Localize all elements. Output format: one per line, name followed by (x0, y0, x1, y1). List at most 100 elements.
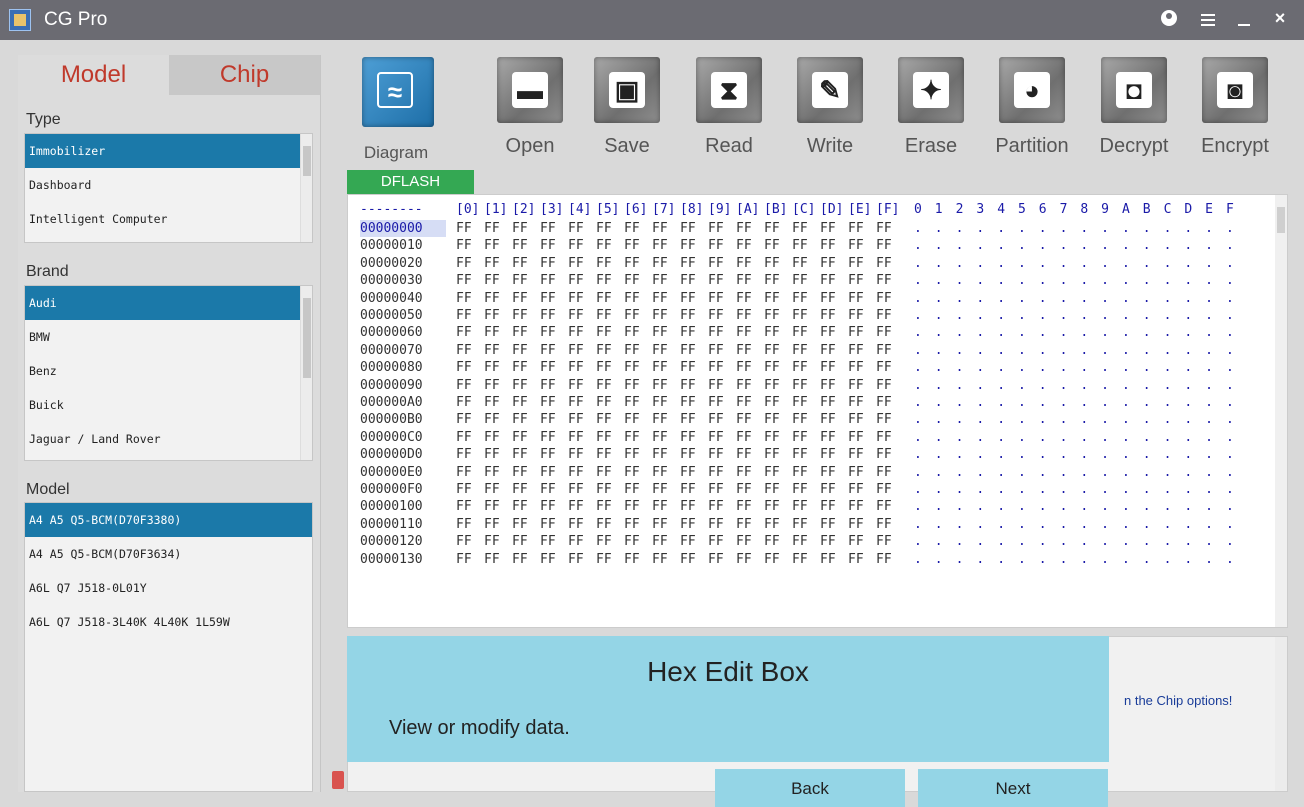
hex-byte[interactable]: FF (680, 342, 708, 359)
hex-byte[interactable]: FF (820, 498, 848, 515)
hex-byte[interactable]: FF (456, 272, 484, 289)
ascii-char[interactable]: . (997, 429, 1018, 446)
ascii-char[interactable]: . (1164, 498, 1185, 515)
ascii-char[interactable]: . (956, 290, 977, 307)
ascii-char[interactable]: . (1101, 307, 1122, 324)
ascii-char[interactable]: . (956, 551, 977, 568)
hex-byte[interactable]: FF (484, 411, 512, 428)
minimize-icon[interactable] (1234, 8, 1254, 32)
ascii-char[interactable]: . (997, 533, 1018, 550)
ascii-char[interactable]: . (935, 446, 956, 463)
hex-byte[interactable]: FF (820, 237, 848, 254)
log-scrollbar[interactable] (1275, 637, 1287, 791)
ascii-char[interactable]: . (1122, 307, 1143, 324)
ascii-char[interactable]: . (1039, 359, 1060, 376)
hex-byte[interactable]: FF (512, 220, 540, 237)
ascii-char[interactable]: . (956, 533, 977, 550)
hex-byte[interactable]: FF (512, 551, 540, 568)
hex-byte[interactable]: FF (736, 498, 764, 515)
ascii-char[interactable]: . (956, 377, 977, 394)
hex-byte[interactable]: FF (540, 481, 568, 498)
hex-byte[interactable]: FF (624, 255, 652, 272)
ascii-char[interactable]: . (1122, 377, 1143, 394)
ascii-char[interactable]: . (1101, 272, 1122, 289)
hex-byte[interactable]: FF (876, 307, 904, 324)
hex-byte[interactable]: FF (848, 307, 876, 324)
hex-byte[interactable]: FF (652, 498, 680, 515)
hex-byte[interactable]: FF (764, 377, 792, 394)
ascii-char[interactable]: . (1080, 237, 1101, 254)
ascii-char[interactable]: . (1080, 516, 1101, 533)
hex-byte[interactable]: FF (680, 411, 708, 428)
ascii-char[interactable]: . (1226, 446, 1247, 463)
ascii-char[interactable]: . (956, 498, 977, 515)
hex-byte[interactable]: FF (596, 411, 624, 428)
ascii-char[interactable]: . (1184, 446, 1205, 463)
ascii-char[interactable]: . (1060, 342, 1081, 359)
hex-byte[interactable]: FF (736, 237, 764, 254)
hex-byte[interactable]: FF (680, 307, 708, 324)
hex-byte[interactable]: FF (456, 324, 484, 341)
ascii-char[interactable]: . (1164, 237, 1185, 254)
ascii-char[interactable]: . (1039, 342, 1060, 359)
hex-byte[interactable]: FF (568, 255, 596, 272)
hex-byte[interactable]: FF (820, 481, 848, 498)
hex-byte[interactable]: FF (792, 359, 820, 376)
ascii-char[interactable]: . (914, 359, 935, 376)
ascii-char[interactable]: . (976, 324, 997, 341)
ascii-char[interactable]: . (1184, 359, 1205, 376)
ascii-char[interactable]: . (1018, 290, 1039, 307)
hex-byte[interactable]: FF (680, 498, 708, 515)
hex-byte[interactable]: FF (512, 446, 540, 463)
hex-byte[interactable]: FF (820, 446, 848, 463)
hex-byte[interactable]: FF (764, 290, 792, 307)
ascii-char[interactable]: . (1060, 429, 1081, 446)
hex-byte[interactable]: FF (764, 411, 792, 428)
hex-byte[interactable]: FF (652, 377, 680, 394)
brand-list-item[interactable]: Benz (25, 354, 312, 388)
hex-row[interactable]: 00000090 FF FF FF FF FF FF FF FF FF FF FF FF FF FF FF FF… (360, 377, 1234, 394)
hex-byte[interactable]: FF (624, 342, 652, 359)
ascii-char[interactable]: . (1080, 220, 1101, 237)
hex-byte[interactable]: FF (764, 324, 792, 341)
hex-byte[interactable]: FF (568, 498, 596, 515)
hex-row[interactable]: 000000C0 FF FF FF FF FF FF FF FF FF FF FF FF FF FF FF FF… (360, 429, 1234, 446)
hex-byte[interactable]: FF (792, 446, 820, 463)
ascii-char[interactable]: . (1143, 359, 1164, 376)
ascii-char[interactable]: . (1039, 551, 1060, 568)
ascii-char[interactable]: . (976, 533, 997, 550)
hex-byte[interactable]: FF (680, 220, 708, 237)
ascii-char[interactable]: . (997, 359, 1018, 376)
ascii-char[interactable]: . (997, 237, 1018, 254)
ascii-char[interactable]: . (976, 446, 997, 463)
hex-byte[interactable]: FF (652, 342, 680, 359)
hex-byte[interactable]: FF (624, 498, 652, 515)
ascii-char[interactable]: . (914, 464, 935, 481)
hex-byte[interactable]: FF (764, 533, 792, 550)
ascii-char[interactable]: . (1226, 377, 1247, 394)
ascii-char[interactable]: . (1018, 220, 1039, 237)
hex-byte[interactable]: FF (820, 220, 848, 237)
hex-byte[interactable]: FF (652, 220, 680, 237)
hex-byte[interactable]: FF (596, 551, 624, 568)
ascii-char[interactable]: . (1080, 324, 1101, 341)
hex-byte[interactable]: FF (736, 394, 764, 411)
hex-row[interactable]: 00000030 FF FF FF FF FF FF FF FF FF FF FF FF FF FF FF FF… (360, 272, 1234, 289)
hex-byte[interactable]: FF (876, 342, 904, 359)
ascii-char[interactable]: . (997, 516, 1018, 533)
hex-byte[interactable]: FF (568, 290, 596, 307)
hex-byte[interactable]: FF (596, 446, 624, 463)
hex-row[interactable]: 000000E0 FF FF FF FF FF FF FF FF FF FF FF FF FF FF FF FF… (360, 464, 1234, 481)
hex-byte[interactable]: FF (708, 342, 736, 359)
hex-byte[interactable]: FF (764, 464, 792, 481)
ascii-char[interactable]: . (956, 394, 977, 411)
ascii-char[interactable]: . (1164, 446, 1185, 463)
hex-byte[interactable]: FF (512, 255, 540, 272)
hex-byte[interactable]: FF (456, 307, 484, 324)
hex-byte[interactable]: FF (736, 446, 764, 463)
ascii-char[interactable]: . (1039, 481, 1060, 498)
ascii-char[interactable]: . (1164, 516, 1185, 533)
next-button[interactable]: Next (918, 769, 1108, 807)
ascii-char[interactable]: . (1018, 377, 1039, 394)
hex-byte[interactable]: FF (736, 290, 764, 307)
